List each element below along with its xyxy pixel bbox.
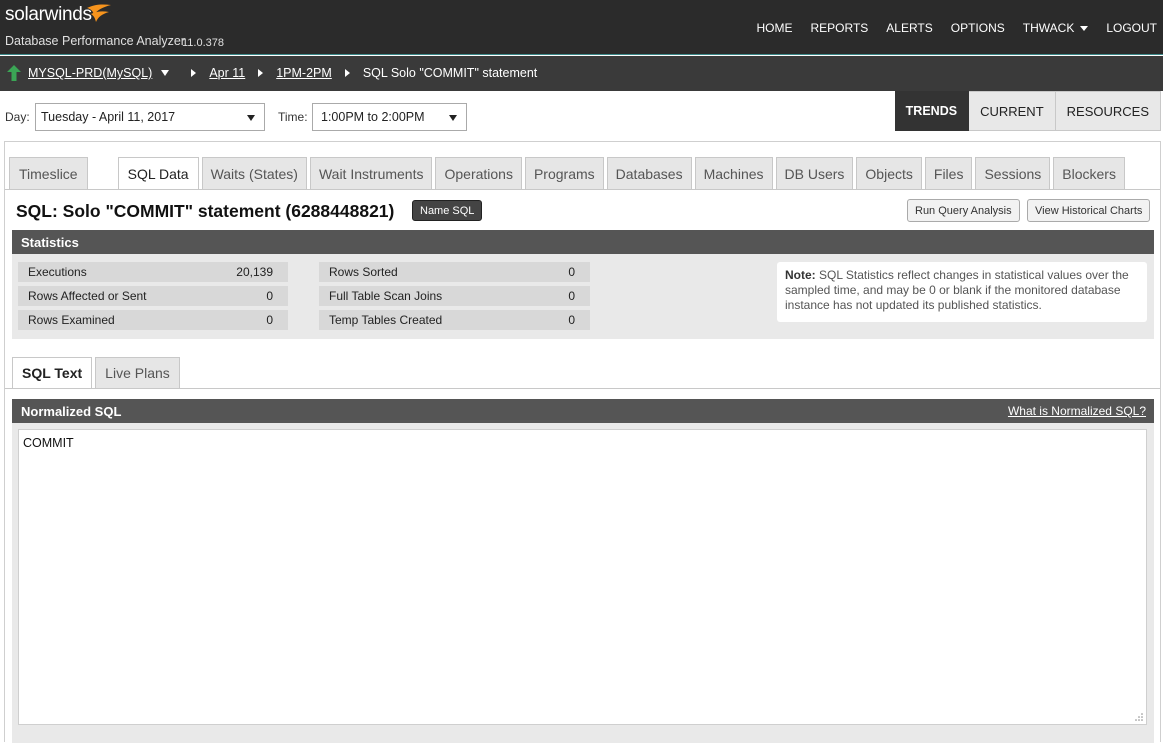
nav-logout[interactable]: LOGOUT: [1106, 21, 1157, 35]
stat-row: Rows Examined 0: [18, 310, 288, 330]
stat-value: 0: [266, 313, 273, 327]
nav-home[interactable]: HOME: [756, 21, 792, 35]
brand-name: solarwinds: [5, 4, 92, 25]
chevron-down-icon: [1080, 25, 1089, 31]
tab-files[interactable]: Files: [924, 157, 973, 189]
stat-value: 20,139: [236, 265, 273, 279]
stat-label: Rows Examined: [28, 313, 115, 327]
main-panel: Timeslice SQL Data Waits (States) Wait I…: [4, 141, 1161, 743]
run-query-analysis-button[interactable]: Run Query Analysis: [907, 199, 1020, 222]
nav-thwack[interactable]: THWACK: [1023, 21, 1089, 35]
stat-label: Rows Affected or Sent: [28, 289, 147, 303]
top-nav: HOME REPORTS ALERTS OPTIONS THWACK LOGOU…: [738, 21, 1157, 35]
stat-row: Full Table Scan Joins 0: [319, 286, 590, 306]
breadcrumb-instance-link[interactable]: MYSQL-PRD(MySQL): [28, 66, 152, 80]
top-header: solarwinds Database Performance Analyzer…: [0, 0, 1163, 55]
time-select[interactable]: 1:00PM to 2:00PM: [312, 103, 467, 131]
normalized-sql-content: COMMIT: [23, 436, 74, 450]
chevron-down-icon: [449, 115, 457, 121]
chevron-right-icon: [344, 69, 350, 77]
product-name: Database Performance Analyzer: [5, 34, 185, 48]
tab-wait-instruments[interactable]: Wait Instruments: [309, 157, 433, 189]
tab-trends[interactable]: TRENDS: [894, 91, 970, 131]
chevron-right-icon: [191, 69, 197, 77]
tab-db-users[interactable]: DB Users: [775, 157, 854, 189]
tab-objects[interactable]: Objects: [856, 157, 922, 189]
tab-current[interactable]: CURRENT: [969, 91, 1056, 131]
sql-subtabs: SQL Text Live Plans: [12, 357, 183, 388]
nav-thwack-label: THWACK: [1022, 21, 1075, 35]
tab-resources[interactable]: RESOURCES: [1055, 91, 1161, 131]
normalized-sql-panel: COMMIT: [12, 423, 1154, 743]
normalized-sql-heading: Normalized SQL What is Normalized SQL?: [12, 399, 1154, 423]
normalized-sql-textarea[interactable]: COMMIT: [18, 429, 1147, 725]
breadcrumb-hour-link[interactable]: 1PM-2PM: [276, 66, 332, 80]
view-historical-charts-button[interactable]: View Historical Charts: [1027, 199, 1151, 222]
stat-value: 0: [266, 289, 273, 303]
instance-dropdown-icon[interactable]: [161, 70, 170, 76]
stat-value: 0: [568, 313, 575, 327]
breadcrumb: MYSQL-PRD(MySQL) Apr 11 1PM-2PM SQL Solo…: [0, 56, 1163, 91]
statistics-panel: Executions 20,139 Rows Affected or Sent …: [12, 254, 1154, 339]
solarwinds-logo[interactable]: solarwinds Database Performance Analyzer…: [5, 4, 224, 49]
normalized-sql-title: Normalized SQL: [21, 404, 122, 419]
day-select[interactable]: Tuesday - April 11, 2017: [35, 103, 265, 131]
name-sql-button[interactable]: Name SQL: [412, 200, 483, 221]
nav-options[interactable]: OPTIONS: [951, 21, 1005, 35]
stat-label: Rows Sorted: [329, 265, 398, 279]
tab-machines[interactable]: Machines: [694, 157, 773, 189]
view-tabs: TRENDS CURRENT RESOURCES: [894, 91, 1161, 131]
tab-sql-data[interactable]: SQL Data: [117, 157, 199, 189]
stat-value: 0: [568, 289, 575, 303]
tab-operations[interactable]: Operations: [435, 157, 522, 189]
tab-waits-states[interactable]: Waits (States): [201, 157, 307, 189]
stat-label: Temp Tables Created: [329, 313, 443, 327]
tab-programs[interactable]: Programs: [524, 157, 604, 189]
stat-row: Rows Affected or Sent 0: [18, 286, 288, 306]
breadcrumb-current: SQL Solo "COMMIT" statement: [362, 66, 538, 80]
nav-reports[interactable]: REPORTS: [810, 21, 868, 35]
stat-value: 0: [568, 265, 575, 279]
tab-timeslice[interactable]: Timeslice: [9, 157, 88, 189]
tab-databases[interactable]: Databases: [606, 157, 692, 189]
day-select-value: Tuesday - April 11, 2017: [41, 110, 176, 124]
resize-grip-icon[interactable]: [1135, 713, 1143, 721]
stat-row: Rows Sorted 0: [319, 262, 590, 282]
note-label: Note:: [785, 268, 816, 282]
note-text: SQL Statistics reflect changes in statis…: [785, 268, 1129, 312]
chevron-right-icon: [258, 69, 264, 77]
stat-row: Executions 20,139: [18, 262, 288, 282]
arrow-up-icon: [7, 65, 21, 81]
time-label: Time:: [278, 110, 308, 124]
tab-live-plans[interactable]: Live Plans: [95, 357, 180, 388]
day-label: Day:: [5, 110, 30, 124]
page-title: SQL: Solo "COMMIT" statement (6288448821…: [16, 201, 395, 221]
detail-tabs: Timeslice SQL Data Waits (States) Wait I…: [9, 157, 1128, 189]
tab-sql-text[interactable]: SQL Text: [12, 357, 93, 388]
chevron-down-icon: [247, 115, 255, 121]
filter-row: Day: Tuesday - April 11, 2017 Time: 1:00…: [0, 91, 1163, 141]
stat-row: Temp Tables Created 0: [319, 310, 590, 330]
statistics-note: Note: SQL Statistics reflect changes in …: [777, 262, 1147, 322]
tab-sessions[interactable]: Sessions: [975, 157, 1051, 189]
nav-alerts[interactable]: ALERTS: [886, 21, 932, 35]
statistics-heading: Statistics: [12, 230, 1154, 254]
breadcrumb-day-link[interactable]: Apr 11: [209, 66, 245, 80]
stat-label: Executions: [28, 265, 87, 279]
what-is-normalized-sql-link[interactable]: What is Normalized SQL?: [1008, 404, 1146, 418]
stat-label: Full Table Scan Joins: [329, 289, 443, 303]
version-number: 11.0.378: [182, 37, 225, 49]
tabs-divider: [5, 189, 1160, 190]
subtabs-divider: [5, 388, 1160, 389]
time-select-value: 1:00PM to 2:00PM: [321, 110, 425, 124]
tab-blockers[interactable]: Blockers: [1053, 157, 1125, 189]
flame-icon: [87, 4, 111, 22]
